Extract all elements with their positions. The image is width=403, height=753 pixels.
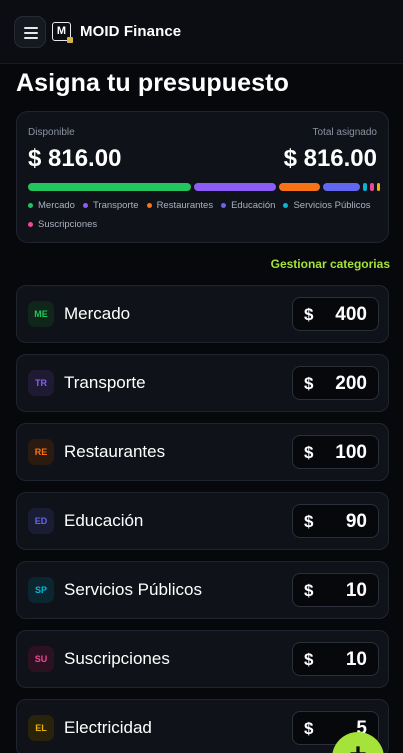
category-badge: SU (28, 646, 54, 672)
amount-input[interactable]: $400 (292, 297, 379, 331)
legend-item: Restaurantes (146, 200, 214, 211)
currency-symbol: $ (304, 443, 314, 462)
manage-categories-link[interactable]: Gestionar categorias (271, 257, 390, 271)
allocation-segment (194, 183, 277, 191)
category-name: Transporte (64, 373, 146, 392)
category-name: Restaurantes (64, 442, 166, 461)
allocation-segment (369, 183, 374, 191)
allocation-segment (28, 183, 192, 191)
top-bar: M MOID Finance (0, 0, 403, 64)
legend-label: Transporte (92, 200, 139, 211)
legend-label: Mercado (38, 200, 75, 211)
amount-value: 10 (345, 580, 367, 601)
legend-dot (28, 203, 33, 208)
category-badge: RE (28, 439, 54, 465)
category-row[interactable]: SU Suscripciones $10 (16, 630, 389, 688)
category-badge: ED (28, 508, 54, 534)
category-name: Servicios Públicos (64, 580, 202, 599)
app-title: MOID Finance (80, 23, 182, 40)
moid-logo: M (52, 22, 73, 43)
currency-symbol: $ (304, 374, 314, 393)
logo-accent (67, 37, 73, 43)
legend-label: Educación (231, 200, 276, 211)
category-badge: TR (28, 370, 54, 396)
legend-dot (283, 203, 289, 208)
amount-input[interactable]: $100 (292, 435, 379, 469)
category-row[interactable]: SP Servicios Públicos $10 (16, 561, 389, 619)
amount-input[interactable]: $10 (292, 573, 379, 607)
legend-label: Restaurantes (156, 200, 214, 211)
amount-input[interactable]: $90 (292, 504, 379, 538)
currency-symbol: $ (304, 581, 314, 600)
amount-value: 400 (335, 304, 367, 325)
legend-dot (82, 203, 88, 208)
allocation-segment (362, 183, 367, 191)
allocation-segment (279, 183, 320, 191)
legend-item: Mercado (28, 200, 75, 211)
legend-dot (146, 203, 152, 208)
amount-value: 100 (335, 442, 367, 463)
category-row[interactable]: RE Restaurantes $100 (16, 423, 389, 481)
legend-item: Educación (221, 200, 275, 211)
currency-symbol: $ (304, 512, 314, 531)
legend-label: Suscripciones (38, 219, 98, 230)
legend-label: Servicios Públicos (293, 200, 371, 211)
available-value: $ 816.00 (28, 145, 122, 172)
category-name: Suscripciones (64, 649, 170, 668)
legend-dot (221, 203, 227, 208)
menu-line (24, 37, 38, 39)
amount-value: 200 (335, 373, 367, 394)
menu-line (24, 27, 38, 29)
allocation-segment (376, 183, 380, 191)
currency-symbol: $ (304, 719, 314, 738)
allocation-segment (323, 183, 360, 191)
legend-item: Servicios Públicos (283, 200, 371, 211)
legend-dot (28, 222, 33, 227)
plus-icon: + (349, 738, 367, 753)
currency-symbol: $ (304, 305, 314, 324)
legend-item: Suscripciones (28, 219, 97, 230)
category-row[interactable]: ME Mercado $400 (16, 285, 389, 343)
category-row[interactable]: EL Electricidad $5 (16, 699, 389, 753)
hamburger-menu-icon[interactable] (14, 16, 46, 48)
amount-input[interactable]: $200 (292, 366, 379, 400)
allocation-bar (28, 183, 380, 191)
menu-line (24, 32, 38, 34)
available-label: Disponible (28, 127, 75, 138)
amount-value: 10 (345, 649, 367, 670)
category-row[interactable]: ED Educación $90 (16, 492, 389, 550)
category-name: Educación (64, 511, 144, 530)
category-name: Mercado (64, 304, 131, 323)
category-badge: EL (28, 715, 54, 741)
amount-input[interactable]: $10 (292, 642, 379, 676)
legend-item: Transporte (82, 200, 139, 211)
category-row[interactable]: TR Transporte $200 (16, 354, 389, 412)
total-assigned-label: Total asignado (312, 127, 378, 138)
page-title: Asigna tu presupuesto (16, 69, 289, 97)
category-name: Electricidad (64, 718, 152, 737)
amount-value: 90 (345, 511, 367, 532)
category-badge: ME (28, 301, 54, 327)
logo-letter: M (56, 25, 67, 37)
budget-summary-card: Disponible Total asignado $ 816.00 $ 816… (16, 111, 389, 243)
total-assigned-value: $ 816.00 (283, 145, 377, 172)
allocation-legend: Mercado Transporte Restaurantes Educación Se… (28, 200, 378, 230)
category-badge: SP (28, 577, 54, 603)
currency-symbol: $ (304, 650, 314, 669)
